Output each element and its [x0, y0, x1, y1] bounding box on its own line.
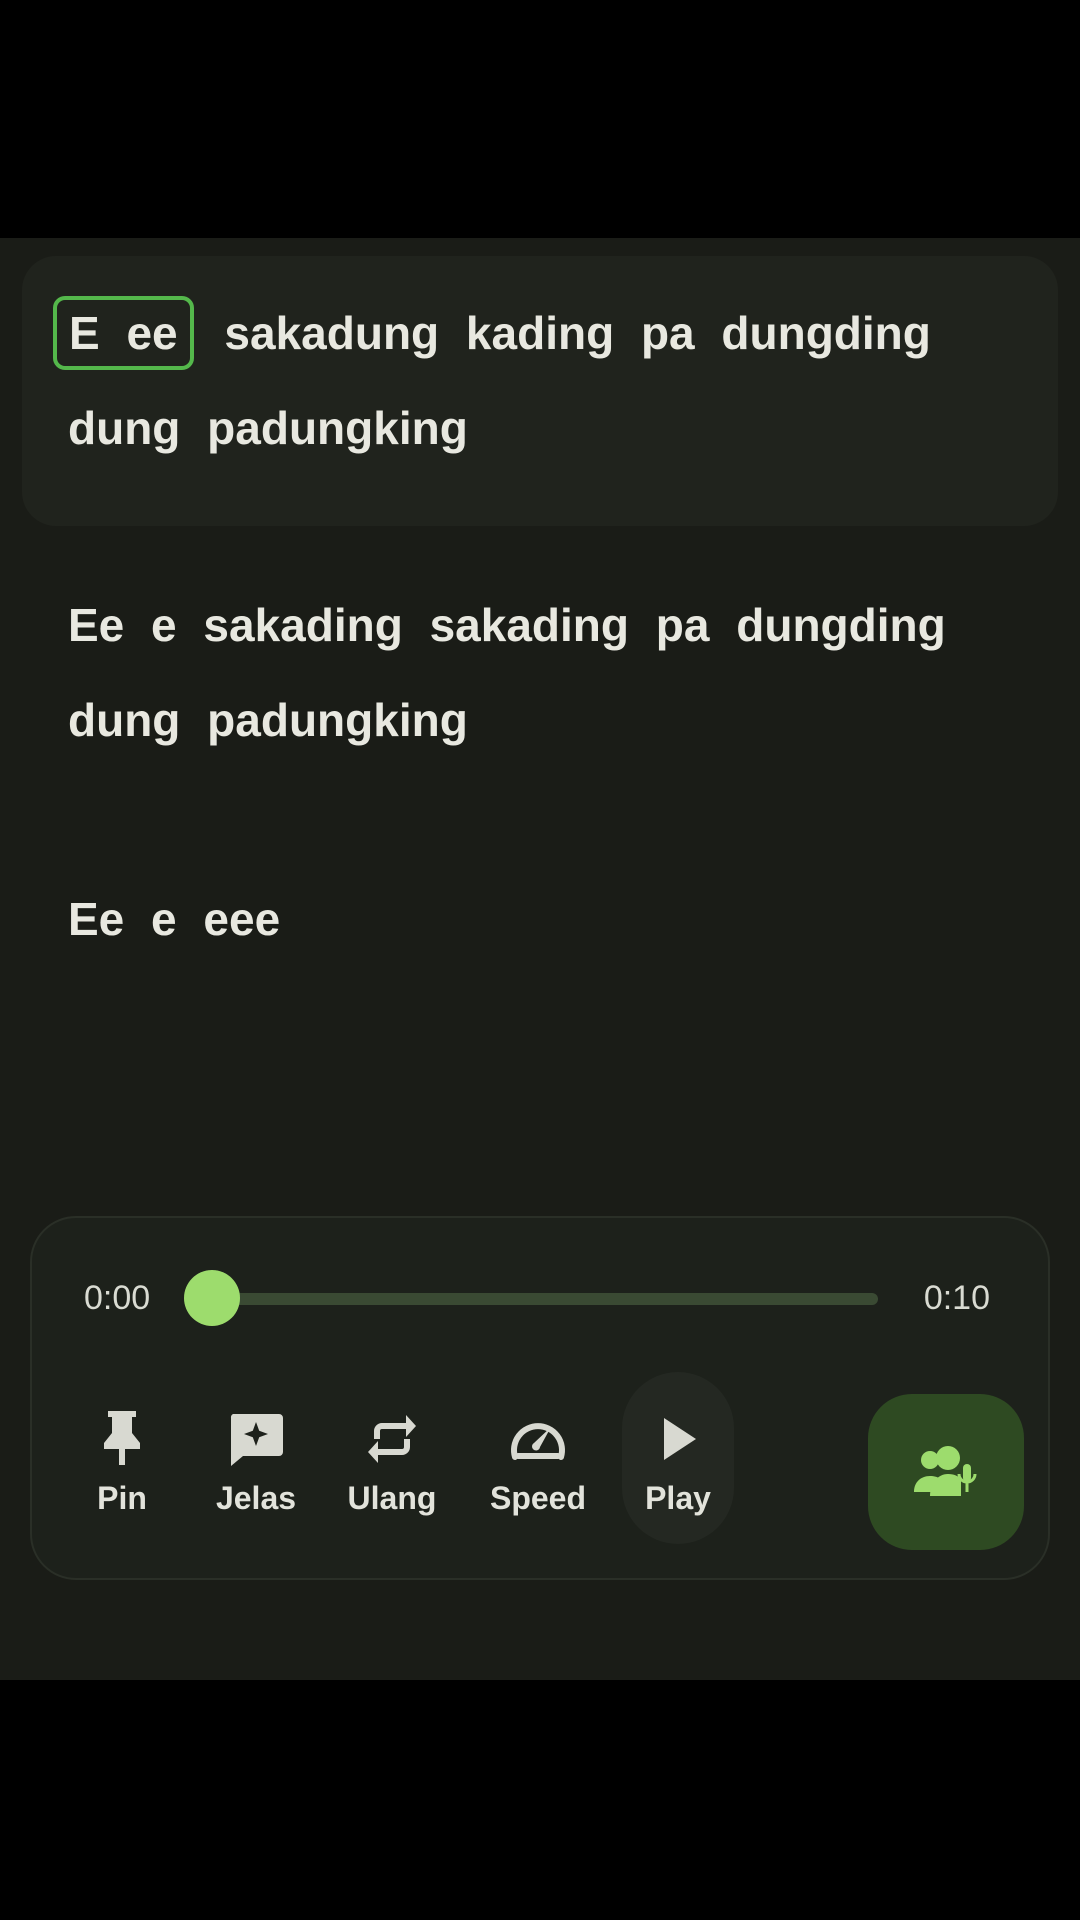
lyrics-screen: E ee sakadung kading pa dungding dung pa… — [0, 238, 1080, 1680]
lyric-line-1[interactable]: E ee sakadung kading pa dungding dung pa… — [46, 286, 1056, 476]
sparkle-chat-icon — [196, 1404, 316, 1474]
repeat-icon — [332, 1404, 452, 1474]
current-time: 0:00 — [84, 1279, 151, 1317]
speed-label: Speed — [489, 1480, 587, 1516]
pin-button[interactable]: Pin — [62, 1404, 182, 1534]
progress-track[interactable] — [212, 1293, 878, 1305]
lyric-line-2-row-1: Ee e sakading sakading pa dungding — [68, 599, 946, 651]
lyric-line-2-row-2: dung padungking — [68, 694, 468, 746]
total-time: 0:10 — [923, 1279, 990, 1317]
progress-thumb[interactable] — [184, 1270, 240, 1326]
audio-player: 0:00 0:10 Pin Jelas Ulang Speed Play — [30, 1216, 1050, 1580]
ulang-label: Ulang — [347, 1480, 437, 1516]
lyric-line-3-row-1: Ee e eee — [68, 893, 281, 945]
current-word[interactable]: E ee — [53, 296, 194, 370]
ulang-button[interactable]: Ulang — [332, 1404, 452, 1534]
jelas-button[interactable]: Jelas — [196, 1404, 316, 1534]
pin-icon — [62, 1404, 182, 1474]
jelas-label: Jelas — [215, 1480, 297, 1516]
lyric-line-2[interactable]: Ee e sakading sakading pa dungding dung … — [46, 578, 1056, 768]
speed-button[interactable]: Speed — [478, 1404, 598, 1534]
voice-call-button[interactable] — [868, 1394, 1024, 1550]
lyric-line-1-row-1: E ee sakadung kading pa dungding — [46, 286, 1056, 381]
pin-label: Pin — [97, 1480, 147, 1516]
lyric-text: sakadung kading pa dungding — [224, 307, 931, 359]
lyric-line-3[interactable]: Ee e eee — [46, 872, 1056, 967]
speedometer-icon — [478, 1404, 598, 1474]
lyric-line-1-row-2: dung padungking — [68, 402, 468, 454]
play-icon — [618, 1404, 738, 1474]
play-button[interactable]: Play — [618, 1404, 738, 1534]
play-label: Play — [645, 1480, 711, 1516]
